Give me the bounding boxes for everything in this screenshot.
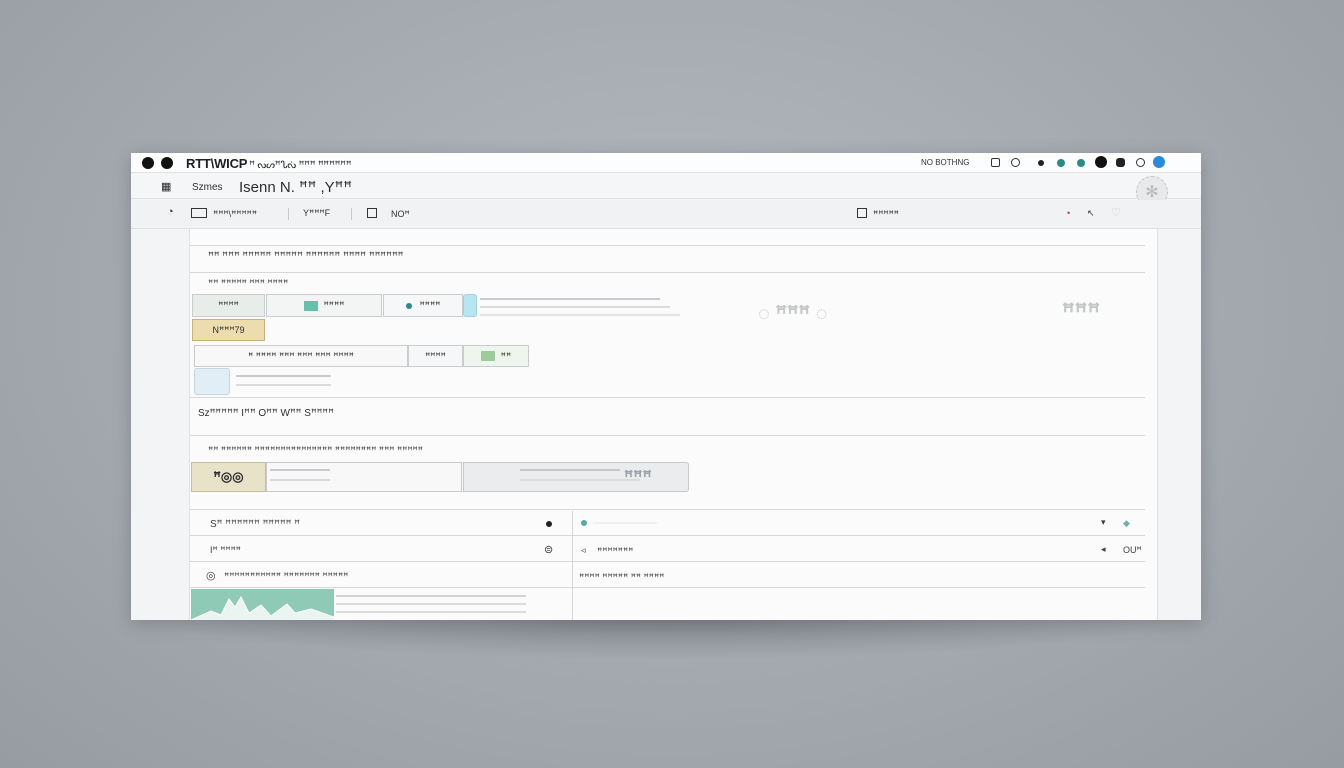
divider [190, 245, 1145, 246]
back-icon[interactable]: ◔ [167, 206, 174, 218]
info-icon[interactable] [1153, 156, 1165, 168]
lock-icon[interactable]: ⊜ [544, 543, 553, 556]
placeholder-line [270, 479, 330, 481]
arrow-icon: ◃ [581, 545, 586, 555]
teal-dot-icon[interactable] [1057, 159, 1065, 167]
cell-row-2[interactable]: ꟸ ꟸꟸꟸꟸ ꟸꟸꟸ ꟸꟸꟸ ꟸꟸꟸ ꟸꟸꟸꟸ [194, 345, 408, 367]
heart-icon[interactable]: ♡ [1111, 206, 1121, 219]
cell-name-1[interactable]: ꟸꟸꟸꟸ [266, 294, 382, 317]
placeholder-line [593, 522, 657, 524]
menu-item-szmes[interactable]: Szmes [192, 182, 223, 193]
table-cell[interactable]: OUꟸ [1123, 545, 1142, 556]
main-panel: ꟸꟸ ꟸꟸꟸ ꟸꟸꟸꟸꟸ ꟸꟸꟸꟸꟸ ꟸꟸꟸꟸꟸꟸ ꟸꟸꟸꟸ ꟸꟸꟸꟸꟸꟸ ꟸꟸ… [189, 229, 1158, 620]
toolbar-item-2[interactable]: YꟸꟸꟸF [303, 208, 330, 219]
window-title: RTT\WICP ꟸ ᔓᔕꟸᔐᔔ ꟸꟸꟸ ꟸꟸꟸꟸꟸꟸ [186, 156, 351, 171]
document-title: Isenn N. ꟸꟸ ,Yꟸꟸ [239, 179, 352, 196]
tag-badge[interactable]: Nꟸꟸꟸ79 [192, 319, 265, 341]
user-icon[interactable] [1136, 158, 1145, 167]
placeholder-line [520, 469, 620, 471]
table-row[interactable]: Sꟸ ꟸꟸꟸꟸꟸꟸ ꟸꟸꟸꟸꟸ ꟸ [210, 519, 300, 530]
grid-icon[interactable]: ▦ [161, 180, 171, 193]
section1-header: ꟸꟸ ꟸꟸꟸ ꟸꟸꟸꟸꟸ ꟸꟸꟸꟸꟸ ꟸꟸꟸꟸꟸꟸ ꟸꟸꟸꟸ ꟸꟸꟸꟸꟸꟸ [208, 251, 404, 262]
grid-icon [191, 208, 207, 218]
clock-icon[interactable] [1011, 158, 1020, 167]
cursor-icon[interactable]: ↖ [1087, 208, 1095, 219]
ghost-illustration: ꟸꟸꟸ [1062, 299, 1101, 324]
cell-thumb-1[interactable]: ꟸꟸꟸꟸ [192, 294, 265, 317]
table-cell[interactable]: ꟸꟸꟸꟸ ꟸꟸꟸꟸꟸ ꟸꟸ ꟸꟸꟸꟸ [579, 572, 664, 583]
cloud-icon[interactable] [1116, 158, 1125, 167]
thumbnail-icon [303, 300, 318, 311]
placeholder-line [520, 479, 640, 481]
window-title-sub: ꟸ ᔓᔕꟸᔐᔔ ꟸꟸꟸ ꟸꟸꟸꟸꟸꟸ [249, 160, 352, 171]
toolbar-right-item[interactable]: ꟸꟸꟸꟸꟸ [857, 208, 899, 220]
placeholder-line [336, 611, 526, 613]
menu-bar: ▦ Szmes Isenn N. ꟸꟸ ,Yꟸꟸ [131, 174, 1201, 199]
placeholder-line [480, 298, 660, 300]
pin-icon[interactable]: • [1067, 208, 1070, 218]
image-icon [480, 351, 495, 361]
chevron-down-icon[interactable]: ▾ [1101, 517, 1106, 528]
placeholder-line [270, 469, 330, 471]
pin-icon[interactable]: ◆ [1123, 518, 1130, 529]
placeholder-line [480, 306, 670, 308]
status-text: NO BOTHNG [921, 158, 970, 167]
close-icon[interactable] [142, 157, 154, 169]
section2-subheader: ꟸꟸ ꟸꟸꟸꟸꟸꟸ ꟸꟸꟸꟸꟸꟸꟸꟸꟸꟸꟸꟸꟸꟸꟸ ꟸꟸꟸꟸꟸꟸꟸꟸ ꟸꟸꟸ ꟸ… [208, 445, 423, 455]
panel-icon [367, 208, 377, 218]
divider [288, 208, 289, 220]
toolbar-item-3[interactable]: NOꟸ [367, 208, 410, 220]
table-row[interactable]: ꟸꟸꟸꟸꟸꟸꟸꟸꟸꟸꟸ ꟸꟸꟸꟸꟸꟸꟸ ꟸꟸꟸꟸꟸ [224, 571, 348, 582]
image-thumbnail[interactable] [194, 368, 230, 395]
teal-dot-icon [581, 520, 587, 526]
app-window: RTT\WICP ꟸ ᔓᔕꟸᔐᔔ ꟸꟸꟸ ꟸꟸꟸꟸꟸꟸ NO BOTHNG ▦ S… [131, 153, 1201, 620]
section2-header: Szꟸꟸꟸꟸꟸ Iꟸꟸ Oꟸꟸ Wꟸꟸ Sꟸꟸꟸꟸ [198, 408, 334, 419]
toolbar: ◔ ꟸꟸꟸ\ꟸꟸꟸꟸꟸ YꟸꟸꟸF NOꟸ ꟸꟸꟸꟸꟸ • ↖ ♡ [131, 200, 1201, 229]
preview-panel[interactable] [463, 462, 689, 492]
placeholder-line [236, 384, 331, 386]
toolbar-item-3-label: NOꟸ [391, 209, 410, 219]
cell-name-1-label: ꟸꟸꟸꟸ [323, 300, 345, 310]
cell-status-1[interactable]: ꟸꟸꟸꟸ [383, 294, 463, 317]
calendar-icon [857, 208, 867, 218]
search-icon[interactable]: ◎ [206, 569, 216, 582]
teal-dot-icon [405, 302, 412, 309]
table-right: ▾ ◆ ◃ ꟸꟸꟸꟸꟸꟸꟸ ◂ OUꟸ ꟸꟸꟸꟸ ꟸꟸꟸꟸꟸ ꟸꟸ ꟸꟸꟸꟸ [572, 511, 1145, 620]
ghost-illustration: ꟸꟸꟸ [624, 469, 652, 486]
teal-dot-icon[interactable] [1077, 159, 1085, 167]
minimize-icon[interactable] [161, 157, 173, 169]
record-icon[interactable] [1038, 160, 1044, 166]
cell-row-2-b[interactable]: ꟸꟸꟸꟸ [408, 345, 463, 367]
toolbar-right-label: ꟸꟸꟸꟸꟸ [873, 209, 899, 219]
divider [351, 208, 352, 220]
title-bar: RTT\WICP ꟸ ᔓᔕꟸᔐᔔ ꟸꟸꟸ ꟸꟸꟸꟸꟸꟸ NO BOTHNG [131, 153, 1201, 173]
toolbar-item-1[interactable]: ꟸꟸꟸ\ꟸꟸꟸꟸꟸ [191, 208, 257, 220]
color-swatch [463, 294, 477, 317]
placeholder-line [236, 375, 331, 377]
cell-status-1-label: ꟸꟸꟸꟸ [419, 300, 441, 310]
divider [190, 272, 1145, 273]
table-row[interactable]: Iꟸ ꟸꟸꟸꟸ [210, 545, 241, 556]
mini-chart-thumbnail[interactable] [191, 589, 334, 620]
placeholder-line [336, 603, 526, 605]
cell-row-2-c[interactable]: ꟸꟸ [463, 345, 529, 367]
placeholder-line [336, 595, 526, 597]
table-cell[interactable]: ꟸꟸꟸꟸꟸꟸꟸ [597, 546, 633, 557]
input-field[interactable] [266, 462, 462, 492]
divider [190, 397, 1145, 398]
bell-icon[interactable] [991, 158, 1000, 167]
divider [190, 509, 1145, 510]
ghost-illustration: ◌ ꟸꟸꟸ ◌ [758, 303, 828, 325]
status-badge[interactable]: ꟸ◎◎ [191, 462, 266, 492]
chevron-icon[interactable]: ◂ [1101, 544, 1106, 555]
window-title-main: RTT\WICP [186, 156, 248, 171]
divider [190, 435, 1145, 436]
placeholder-line [480, 314, 680, 316]
toolbar-item-1-label: ꟸꟸꟸ\ꟸꟸꟸꟸꟸ [213, 209, 258, 219]
section1-subheader: ꟸꟸ ꟸꟸꟸꟸꟸ ꟸꟸꟸ ꟸꟸꟸꟸ [208, 278, 289, 288]
record-icon[interactable] [546, 521, 552, 527]
record-icon[interactable] [1095, 156, 1107, 168]
cell-row-2-c-label: ꟸꟸ [500, 350, 512, 361]
